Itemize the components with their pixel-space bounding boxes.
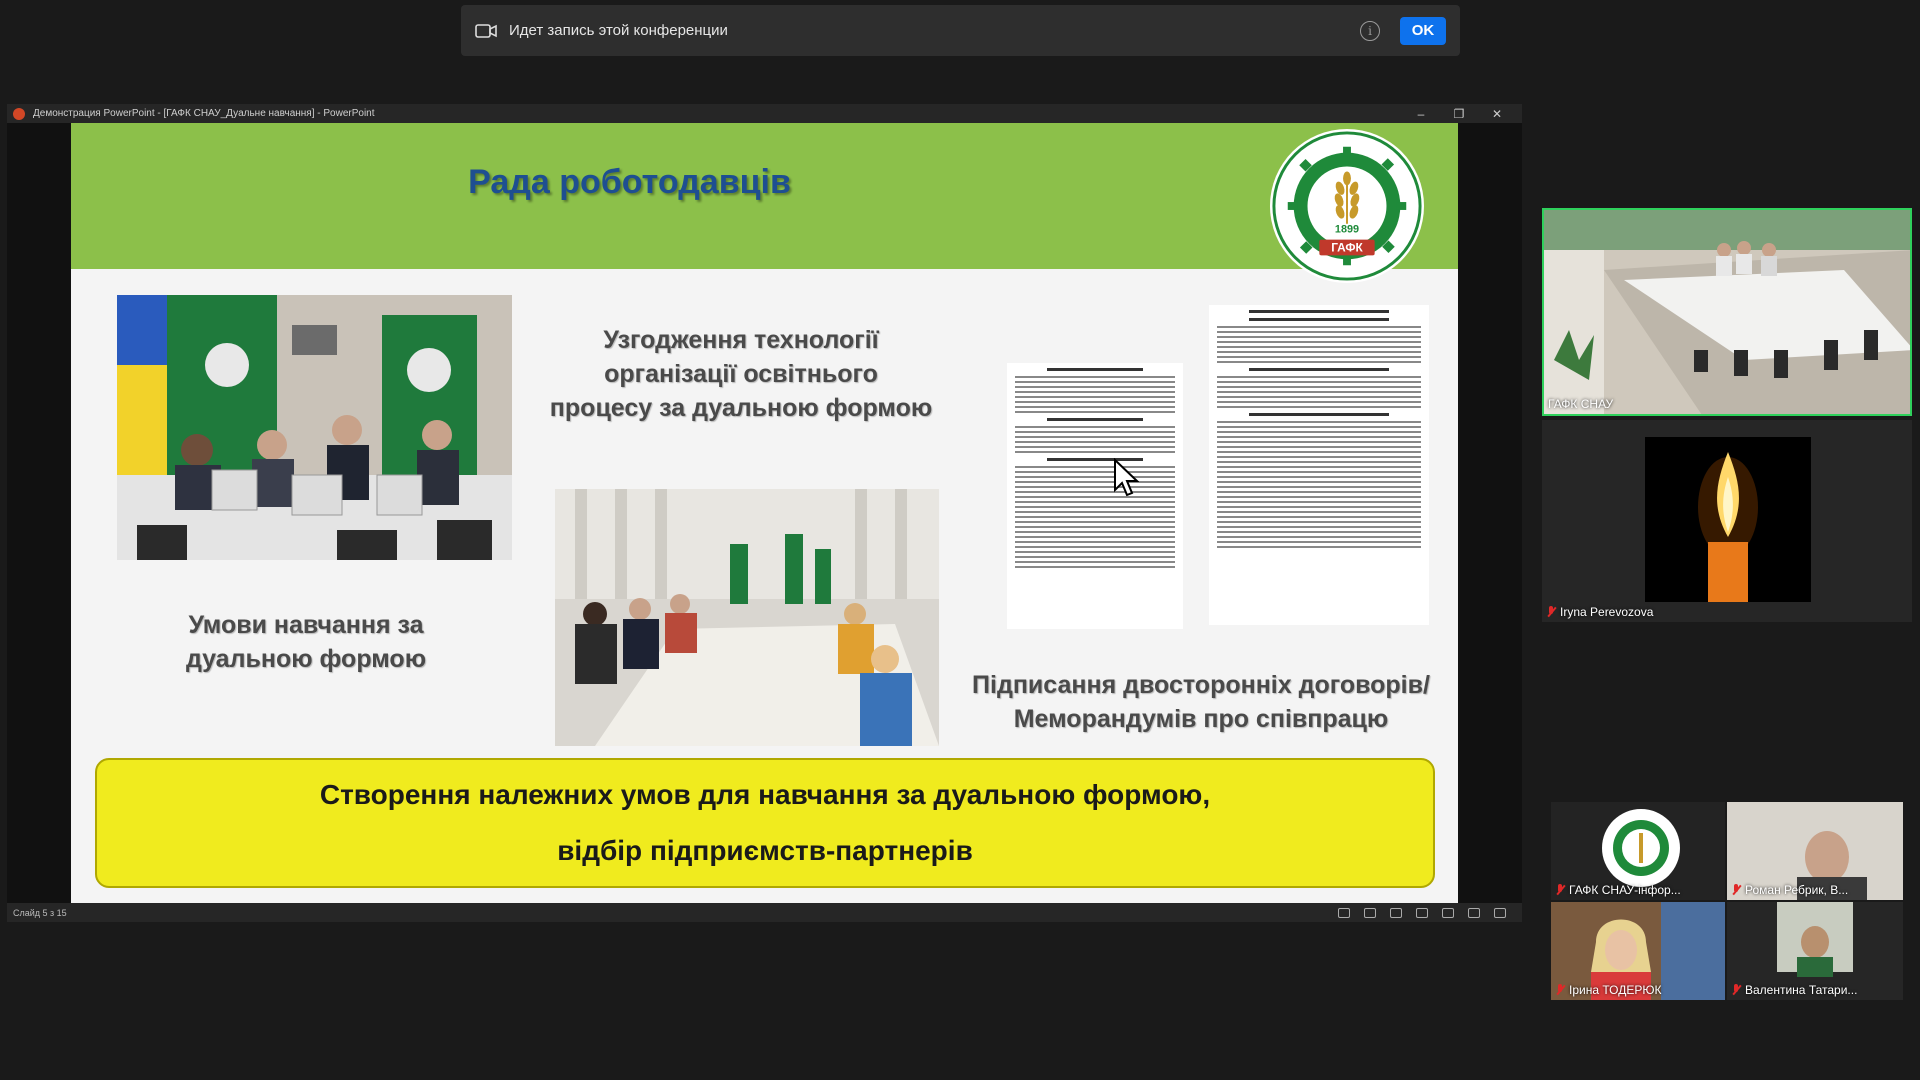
caption-technology-line1: Узгодження технології: [603, 326, 879, 354]
mic-muted-icon: [1555, 984, 1565, 996]
memorandum-document-1: [1007, 363, 1183, 629]
participant-label: Iryna Perevozova: [1546, 605, 1653, 619]
recording-text: Идет запись этой конференции: [509, 22, 728, 39]
caption-technology-line3: процесу за дуальною формою: [549, 394, 933, 422]
banner-line2: відбір підприємств-партнерів: [557, 835, 973, 866]
caption-conditions-line2: дуальною формою: [185, 645, 427, 673]
banner-line1: Створення належних умов для навчання за …: [319, 779, 1211, 810]
close-button[interactable]: ✕: [1478, 107, 1516, 121]
restore-button[interactable]: ❐: [1440, 107, 1478, 121]
info-icon[interactable]: i: [1360, 20, 1380, 41]
mic-muted-icon: [1731, 984, 1741, 996]
meeting-photo-flags: [117, 295, 512, 560]
room-camera-feed: [1544, 210, 1910, 414]
memorandum-document-2: [1209, 305, 1429, 625]
notes-icon[interactable]: [1364, 907, 1376, 918]
participant-label: Роман Ребрик, В...: [1731, 883, 1848, 897]
participant-tile-active[interactable]: ГАФК СНАУ: [1542, 208, 1912, 416]
participant-label: Валентина Татари...: [1731, 983, 1857, 997]
next-slide-icon[interactable]: [1390, 907, 1402, 918]
participant-name: Роман Ребрик, В...: [1745, 883, 1849, 897]
logo-abbr: ГАФК: [1331, 240, 1363, 254]
caption-memorandum: Підписання двосторонніх договорів/ Мемор…: [961, 668, 1441, 736]
caption-conditions: Умови навчання за дуальною формою: [141, 608, 471, 676]
slide-banner: Створення належних умов для навчання за …: [95, 758, 1435, 888]
participant-name: Iryna Perevozova: [1560, 605, 1654, 619]
video-camera-icon: [475, 23, 497, 39]
slide-sorter-icon[interactable]: [1442, 907, 1454, 918]
powerpoint-window: Демонстрация PowerPoint - [ГАФК СНАУ_Дуа…: [7, 104, 1522, 922]
caption-memorandum-line1: Підписання двосторонніх договорів/: [972, 671, 1430, 699]
participant-label: Ірина ТОДЕРЮК: [1555, 983, 1661, 997]
mic-muted-icon: [1731, 884, 1741, 896]
slide: Рада роботодавців 1899 ГАФК Узгодження т…: [71, 123, 1458, 903]
participant-tile[interactable]: Валентина Татари...: [1727, 902, 1903, 1000]
participant-tile[interactable]: Роман Ребрик, В...: [1727, 802, 1903, 900]
ok-button[interactable]: OK: [1400, 16, 1446, 45]
prev-slide-icon[interactable]: [1338, 907, 1350, 918]
slideshow-icon[interactable]: [1494, 907, 1506, 918]
caption-memorandum-line2: Меморандумів про співпрацю: [1013, 705, 1389, 733]
slide-counter: Слайд 5 з 15: [13, 907, 67, 918]
ppt-statusbar: Слайд 5 з 15: [7, 903, 1522, 922]
normal-view-icon[interactable]: [1416, 907, 1428, 918]
participant-tile[interactable]: Ірина ТОДЕРЮК: [1551, 902, 1725, 1000]
logo-year: 1899: [1335, 224, 1359, 236]
mic-muted-icon: [1546, 606, 1556, 618]
meeting-photo-table: [555, 489, 939, 746]
reading-view-icon[interactable]: [1468, 907, 1480, 918]
participant-tile[interactable]: ГАФК СНАУ-інфор...: [1551, 802, 1725, 900]
recording-banner: Идет запись этой конференции i OK: [461, 5, 1460, 56]
participant-name: Ірина ТОДЕРЮК: [1569, 983, 1662, 997]
ppt-window-title: Демонстрация PowerPoint - [ГАФК СНАУ_Дуа…: [33, 108, 375, 119]
caption-conditions-line1: Умови навчання за: [188, 611, 424, 639]
participant-name: ГАФК СНАУ-інфор...: [1569, 883, 1681, 897]
college-logo: 1899 ГАФК: [1269, 128, 1425, 284]
participant-name: Валентина Татари...: [1745, 983, 1858, 997]
participant-name: ГАФК СНАУ: [1548, 397, 1614, 411]
caption-technology-line2: організації освітнього: [604, 360, 878, 388]
slide-title: Рада роботодавців: [468, 163, 791, 201]
participant-tile[interactable]: Iryna Perevozova: [1542, 420, 1912, 622]
mouse-cursor-icon: [1114, 458, 1139, 497]
minimize-button[interactable]: –: [1402, 107, 1440, 121]
candle-image: [1645, 437, 1811, 602]
college-avatar-logo: [1602, 809, 1680, 887]
ppt-titlebar: Демонстрация PowerPoint - [ГАФК СНАУ_Дуа…: [7, 104, 1522, 123]
participant-label: ГАФК СНАУ-інфор...: [1555, 883, 1681, 897]
mic-muted-icon: [1555, 884, 1565, 896]
powerpoint-logo-icon: [13, 107, 25, 120]
caption-technology: Узгодження технології організації освітн…: [531, 323, 951, 425]
